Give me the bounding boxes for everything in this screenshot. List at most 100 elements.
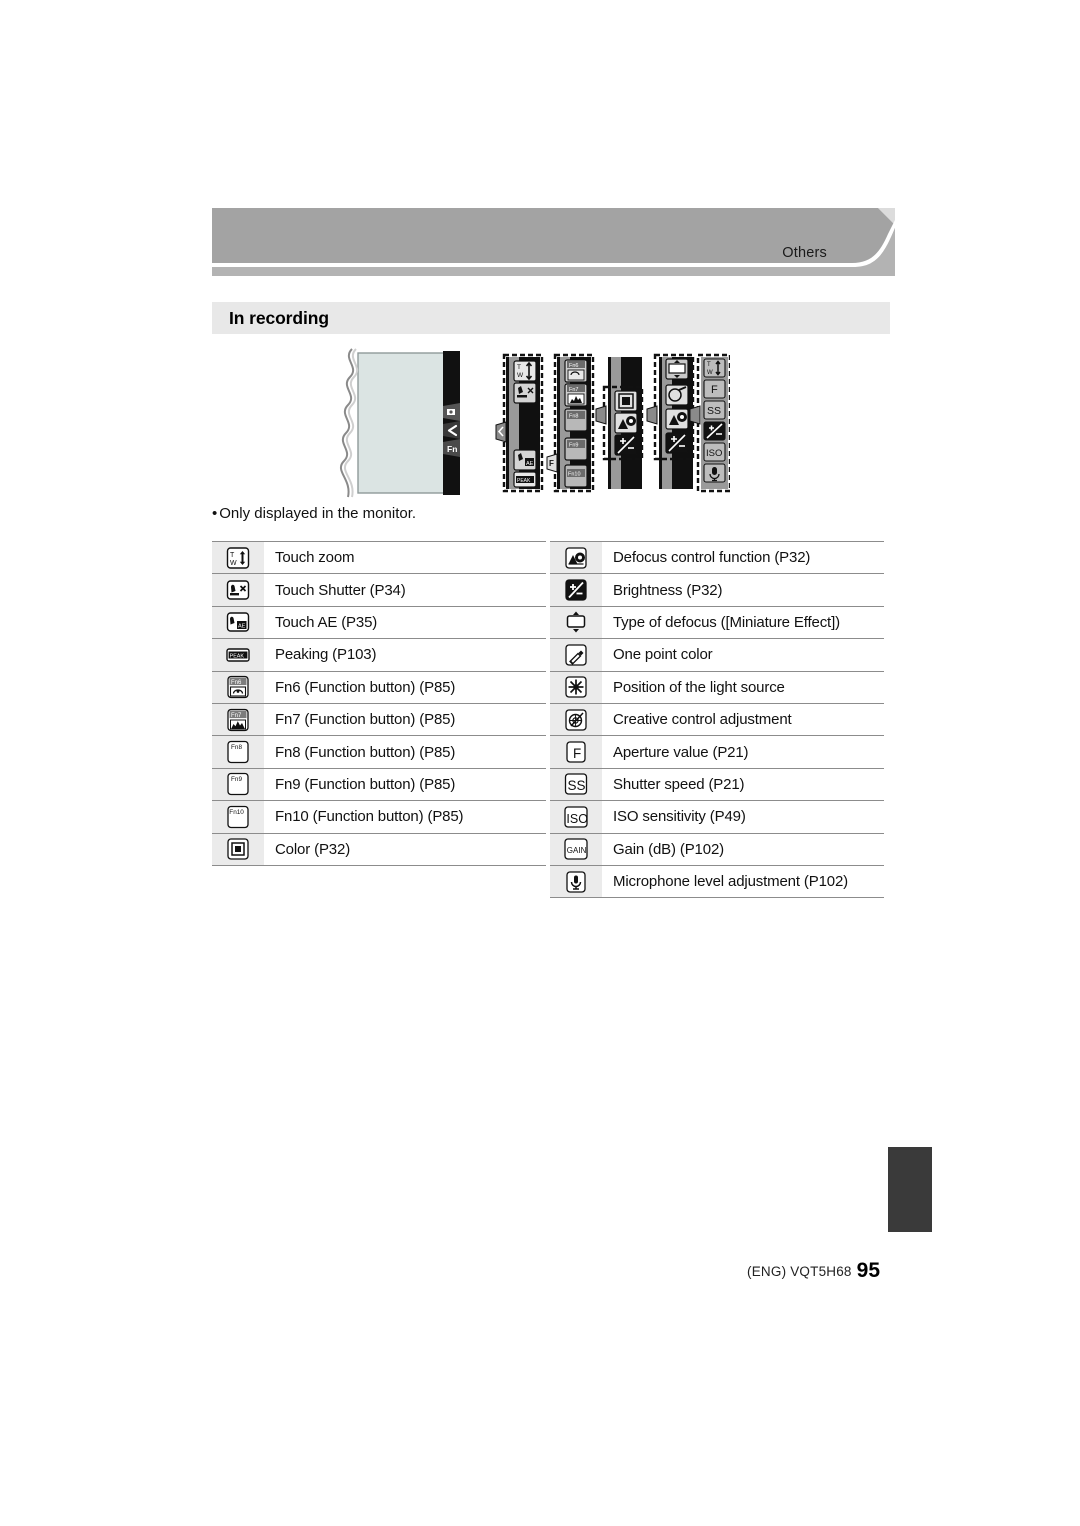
note-only-displayed: • Only displayed in the monitor. (212, 505, 416, 522)
icon-cell-fn8: Fn8 (212, 735, 264, 769)
page-edge-tab (888, 1147, 932, 1232)
legend-label: Type of defocus ([Miniature Effect]) (602, 606, 884, 640)
table-row: Color (P32) (212, 833, 546, 866)
legend-label: Peaking (P103) (264, 638, 546, 672)
strip5-brightness-icon (703, 421, 726, 441)
strip3-defocus-icon (614, 412, 638, 434)
table-row: Brightness (P32) (550, 573, 884, 607)
legend-label: Position of the light source (602, 671, 884, 704)
legend-label: ISO sensitivity (P49) (602, 800, 884, 834)
svg-text:SS: SS (707, 405, 721, 417)
legend-label: Defocus control function (P32) (602, 540, 884, 575)
table-row: Microphone level adjustment (P102) (550, 865, 884, 899)
page-number: 95 (856, 1259, 880, 1282)
table-row: Fn8 Fn8 (Function button) (P85) (212, 735, 546, 769)
table-row: Fn10 Fn10 (Function button) (P85) (212, 800, 546, 834)
svg-text:Fn10: Fn10 (568, 472, 581, 478)
svg-text:Fn10: Fn10 (229, 809, 244, 816)
legend-label: Gain (dB) (P102) (602, 833, 884, 866)
svg-text:Fn8: Fn8 (231, 744, 242, 751)
legend-label: Touch Shutter (P34) (264, 573, 546, 607)
table-row: F Aperture value (P21) (550, 735, 884, 769)
table-row: Defocus control function (P32) (550, 540, 884, 575)
touch-strip-1: T W AE PEAK (495, 353, 544, 493)
legend-label: Aperture value (P21) (602, 735, 884, 769)
monitor-touch-tab-illustration: Fn T W AE PEAK F Fn6 Fn7 Fn8 Fn9 Fn10 T … (330, 345, 732, 505)
svg-text:W: W (517, 372, 524, 379)
strip1-touch-zoom-icon: T W (513, 360, 537, 382)
svg-text:T: T (707, 362, 711, 368)
legend-label: Fn9 (Function button) (P85) (264, 768, 546, 802)
icon-cell-gain: GAIN (550, 833, 602, 866)
icon-cell-touch-ae: AE (212, 606, 264, 640)
table-row: PEAK Peaking (P103) (212, 638, 546, 672)
legend-label: One point color (602, 638, 884, 672)
svg-text:Fn6: Fn6 (569, 363, 578, 369)
fn8-icon: Fn8 (225, 739, 251, 765)
svg-text:Fn8: Fn8 (569, 414, 578, 420)
gain-icon: GAIN (563, 836, 589, 862)
strip5-microphone-icon (703, 463, 726, 483)
one-point-color-icon (563, 642, 589, 668)
iso-icon: ISO (563, 804, 589, 830)
strip4-miniature-type-icon (665, 358, 689, 380)
icon-cell-touch-zoom: T W (212, 540, 264, 575)
defocus-control-icon (563, 545, 589, 571)
svg-text:F: F (573, 746, 581, 761)
brightness-icon (563, 577, 589, 603)
table-row: ISO ISO sensitivity (P49) (550, 800, 884, 834)
svg-text:SS: SS (568, 778, 586, 793)
fn10-icon: Fn10 (225, 804, 251, 830)
svg-text:PEAK: PEAK (230, 653, 245, 659)
table-row: Fn9 Fn9 (Function button) (P85) (212, 768, 546, 802)
strip5-touch-zoom-icon: T W (703, 358, 726, 378)
monitor-tab-fn-icon: Fn (443, 439, 460, 457)
icon-cell-fn6: Fn6 (212, 671, 264, 704)
icon-cell-light-source (550, 671, 602, 704)
table-row: Position of the light source (550, 671, 884, 704)
strip4-defocus-icon (665, 408, 689, 430)
legend-label: Brightness (P32) (602, 573, 884, 607)
monitor-graphic: Fn (339, 348, 460, 498)
legend-table-left: T W Touch zoom Touch Shutter (P34) AE To… (212, 540, 546, 866)
footer: (ENG) VQT5H68 95 (600, 1258, 880, 1282)
strip4-one-point-color-icon (665, 384, 689, 406)
table-row: Type of defocus ([Miniature Effect]) (550, 606, 884, 640)
legend-label: Microphone level adjustment (P102) (602, 865, 884, 899)
strip2-fn8-icon: Fn8 (564, 408, 588, 432)
creative-control-icon (563, 707, 589, 733)
page-title: In recording (229, 308, 329, 328)
legend-table-right-body: Defocus control function (P32) Brightnes… (550, 540, 884, 899)
strip3-color-icon (614, 390, 638, 412)
svg-text:Fn7: Fn7 (569, 387, 578, 393)
icon-cell-aperture: F (550, 735, 602, 769)
bullet-glyph: • (212, 505, 218, 522)
touch-ae-icon: AE (225, 609, 251, 635)
table-row: T W Touch zoom (212, 540, 546, 575)
strip2-fn10-icon: Fn10 (564, 464, 588, 488)
svg-text:W: W (230, 560, 237, 567)
legend-label: Shutter speed (P21) (602, 768, 884, 802)
legend-label: Fn8 (Function button) (P85) (264, 735, 546, 769)
strip5-iso-icon: ISO (703, 442, 726, 462)
fn-strip-2: F Fn6 Fn7 Fn8 Fn9 Fn10 (546, 353, 595, 493)
svg-text:F: F (711, 384, 718, 396)
fn9-icon: Fn9 (225, 771, 251, 797)
table-row: Fn7 Fn7 (Function button) (P85) (212, 703, 546, 737)
legend-label: Fn7 (Function button) (P85) (264, 703, 546, 737)
table-row: Creative control adjustment (550, 703, 884, 737)
svg-text:Fn9: Fn9 (231, 776, 242, 783)
touch-shutter-icon (225, 577, 251, 603)
strip1-peaking-icon: PEAK (513, 471, 537, 488)
svg-text:ISO: ISO (566, 812, 588, 826)
svg-text:W: W (707, 370, 713, 376)
strip2-fn7-icon: Fn7 (564, 383, 588, 407)
table-row: SS Shutter speed (P21) (550, 768, 884, 802)
icon-cell-shutter-speed: SS (550, 768, 602, 802)
svg-text:GAIN: GAIN (567, 846, 587, 855)
legend-table-right: Defocus control function (P32) Brightnes… (550, 540, 884, 899)
microphone-icon (563, 869, 589, 895)
legend-table-left-body: T W Touch zoom Touch Shutter (P34) AE To… (212, 540, 546, 866)
table-row: GAIN Gain (dB) (P102) (550, 833, 884, 866)
strip5-aperture-icon: F (703, 379, 726, 399)
